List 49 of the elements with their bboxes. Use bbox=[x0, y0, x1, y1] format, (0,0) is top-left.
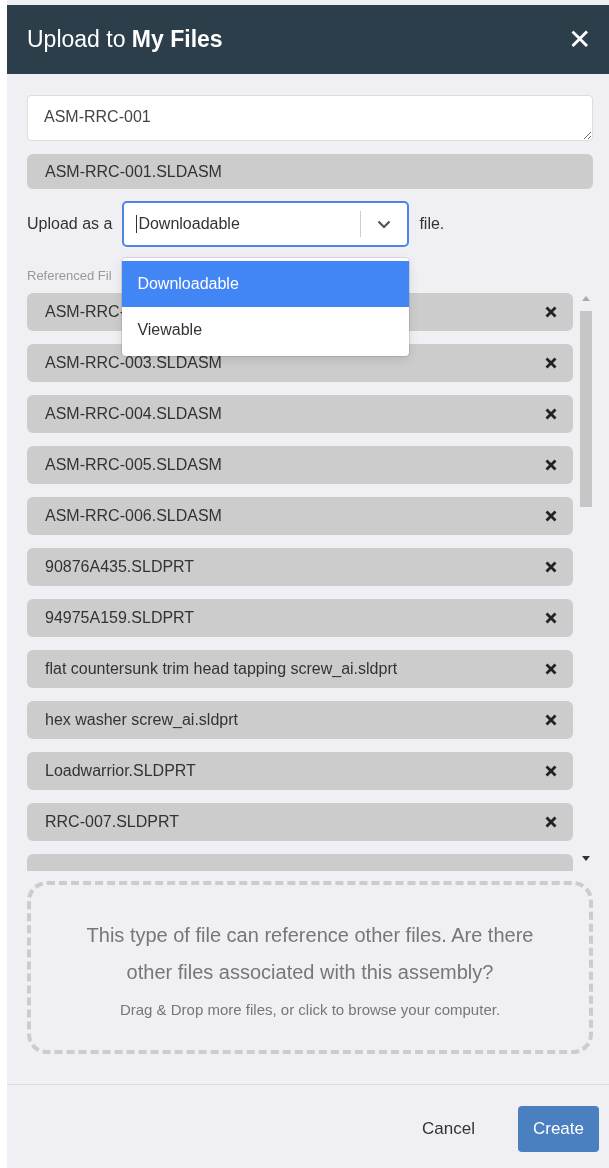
upload-type-select[interactable]: Downloadable bbox=[122, 201, 410, 247]
close-icon bbox=[545, 459, 557, 471]
remove-button[interactable] bbox=[545, 561, 557, 573]
file-name: 94975A159.SLDPRT bbox=[45, 609, 195, 627]
remove-button[interactable] bbox=[545, 306, 557, 318]
dropzone-hint: Drag & Drop more files, or click to browse your computer. bbox=[119, 1001, 501, 1018]
file-name: ASM-RRC-003.SLDASM bbox=[45, 354, 222, 372]
file-name: ASM-RRC- bbox=[45, 303, 125, 321]
remove-button[interactable] bbox=[545, 765, 557, 777]
file-name: flat countersunk trim head tapping screw_ai.sldprt bbox=[45, 660, 398, 678]
name-field[interactable]: ASM-RRC-001 bbox=[27, 95, 593, 141]
remove-button[interactable] bbox=[545, 714, 557, 726]
close-icon bbox=[545, 612, 557, 624]
cancel-button[interactable]: Cancel bbox=[407, 1106, 490, 1152]
dropdown-option[interactable]: Viewable bbox=[122, 307, 410, 353]
remove-button[interactable] bbox=[545, 816, 557, 828]
dropdown-option[interactable]: Downloadable bbox=[122, 261, 410, 307]
remove-button[interactable] bbox=[545, 510, 557, 522]
referenced-files-label: Referenced Fil bbox=[27, 268, 112, 283]
file-name: 90876A435.SLDPRT bbox=[45, 558, 195, 576]
chevron-down-icon bbox=[377, 219, 392, 229]
close-icon bbox=[545, 816, 557, 828]
remove-button[interactable] bbox=[545, 663, 557, 675]
remove-button[interactable] bbox=[545, 459, 557, 471]
close-icon bbox=[545, 408, 557, 420]
close-icon bbox=[545, 510, 557, 522]
close-icon bbox=[545, 663, 557, 675]
file-name: ASM-RRC-005.SLDASM bbox=[45, 456, 222, 474]
file-name-chip: ASM-RRC-001.SLDASM bbox=[27, 154, 593, 189]
close-icon bbox=[545, 306, 557, 318]
dialog-title: Upload to My Files bbox=[27, 26, 223, 53]
file-name: RRC-007.SLDPRT bbox=[45, 813, 179, 831]
drop-zone[interactable]: This type of file can reference other files. Are there other files associated with this assembly? Drag & Drop more files, or click to browse your computer. bbox=[27, 881, 593, 1054]
remove-button[interactable] bbox=[545, 408, 557, 420]
file-name: ASM-RRC-004.SLDASM bbox=[45, 405, 222, 423]
dropzone-heading: This type of file can reference other files. Are there other files associated with this assembly? bbox=[85, 923, 535, 985]
file-name: Loadwarrior.SLDPRT bbox=[45, 762, 196, 780]
file-name: hex washer screw_ai.sldprt bbox=[45, 711, 238, 729]
upload-as-label: Upload as a bbox=[27, 215, 113, 233]
close-button[interactable]: ✕ bbox=[562, 23, 597, 56]
remove-button[interactable] bbox=[545, 612, 557, 624]
remove-button[interactable] bbox=[545, 357, 557, 369]
close-icon bbox=[545, 357, 557, 369]
file-suffix-label: file. bbox=[419, 215, 445, 233]
close-icon bbox=[545, 714, 557, 726]
file-name: ASM-RRC-006.SLDASM bbox=[45, 507, 222, 525]
close-icon bbox=[545, 765, 557, 777]
close-icon bbox=[545, 561, 557, 573]
create-button[interactable]: Create bbox=[517, 1106, 599, 1152]
